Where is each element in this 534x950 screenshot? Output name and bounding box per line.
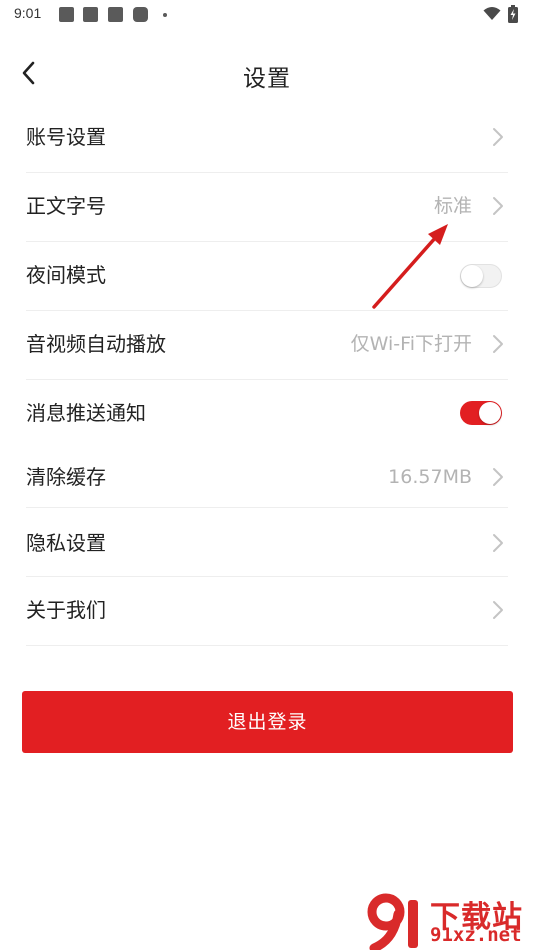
watermark-text-bottom: 91xz.net bbox=[430, 924, 522, 946]
row-label: 正文字号 bbox=[26, 194, 106, 218]
toggle-knob bbox=[461, 265, 483, 287]
chevron-right-icon bbox=[493, 335, 503, 353]
notification-icon bbox=[83, 7, 98, 22]
toggle-knob bbox=[479, 402, 501, 424]
watermark: 下载站 91xz.net bbox=[364, 890, 534, 950]
settings-row-clear-cache[interactable]: 清除缓存 16.57MB bbox=[26, 443, 508, 508]
row-label: 隐私设置 bbox=[26, 531, 106, 555]
annotation-arrow-icon bbox=[372, 224, 448, 309]
status-time: 9:01 bbox=[14, 5, 42, 21]
night-mode-toggle[interactable] bbox=[460, 264, 502, 288]
row-value: 仅Wi-Fi下打开 bbox=[350, 333, 472, 355]
settings-row-push-notifications: 消息推送通知 bbox=[26, 379, 508, 443]
row-label: 音视频自动播放 bbox=[26, 332, 166, 356]
notification-icon bbox=[133, 7, 148, 22]
chevron-right-icon bbox=[493, 128, 503, 146]
row-label: 账号设置 bbox=[26, 125, 106, 149]
settings-row-account[interactable]: 账号设置 bbox=[26, 103, 508, 173]
row-label: 夜间模式 bbox=[26, 263, 106, 287]
wifi-icon bbox=[483, 7, 501, 20]
notification-icon bbox=[108, 7, 123, 22]
settings-row-about[interactable]: 关于我们 bbox=[26, 576, 508, 646]
chevron-right-icon bbox=[493, 534, 503, 552]
row-value: 16.57MB bbox=[388, 466, 472, 488]
more-notifications-dot-icon bbox=[163, 13, 167, 17]
row-label: 消息推送通知 bbox=[26, 401, 146, 425]
push-notifications-toggle[interactable] bbox=[460, 401, 502, 425]
settings-row-privacy[interactable]: 隐私设置 bbox=[26, 507, 508, 577]
notification-icon bbox=[59, 7, 74, 22]
battery-icon bbox=[508, 5, 518, 23]
settings-row-autoplay[interactable]: 音视频自动播放 仅Wi-Fi下打开 bbox=[26, 310, 508, 380]
status-bar: 9:01 bbox=[0, 0, 534, 30]
chevron-right-icon bbox=[493, 197, 503, 215]
chevron-right-icon bbox=[493, 468, 503, 486]
logout-button[interactable]: 退出登录 bbox=[22, 691, 513, 753]
watermark-logo-icon bbox=[367, 893, 418, 950]
chevron-right-icon bbox=[493, 601, 503, 619]
row-label: 清除缓存 bbox=[26, 465, 106, 489]
row-label: 关于我们 bbox=[26, 598, 106, 622]
nav-bar: 设置 bbox=[0, 48, 534, 98]
page-title: 设置 bbox=[243, 66, 291, 92]
